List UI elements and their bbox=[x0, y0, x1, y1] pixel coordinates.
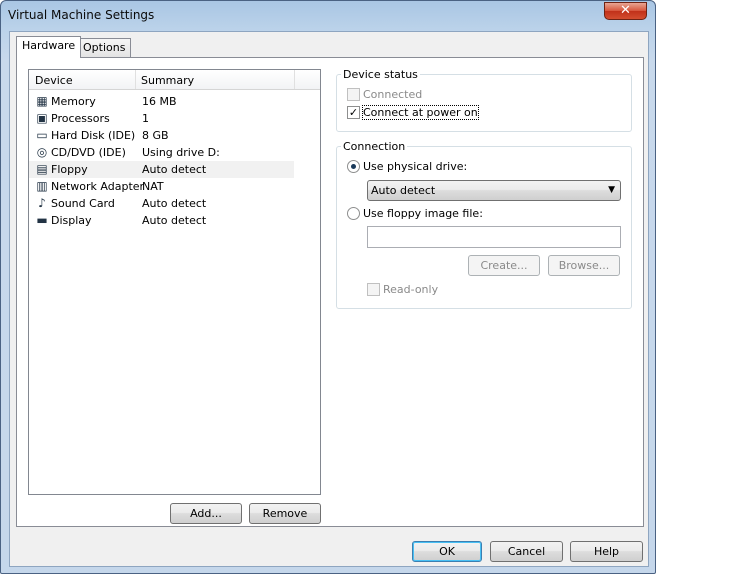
device-row-memory[interactable]: ▦ Memory 16 MB bbox=[29, 93, 294, 110]
device-summary: Auto detect bbox=[142, 197, 207, 210]
read-only-label: Read-only bbox=[383, 283, 439, 296]
column-divider[interactable] bbox=[294, 70, 295, 89]
help-button[interactable]: Help bbox=[570, 541, 643, 562]
physical-drive-select[interactable]: Auto detect ▼ bbox=[367, 180, 621, 201]
help-button-label: Help bbox=[593, 545, 620, 558]
device-summary: 8 GB bbox=[142, 129, 169, 142]
read-only-checkbox[interactable] bbox=[367, 283, 380, 296]
remove-button-label: Remove bbox=[262, 507, 308, 520]
browse-button[interactable]: Browse... bbox=[548, 255, 620, 276]
use-physical-drive-label: Use physical drive: bbox=[363, 160, 468, 173]
connection-label: Connection bbox=[341, 140, 408, 153]
device-row-display[interactable]: ▬ Display Auto detect bbox=[29, 212, 294, 229]
device-name: Hard Disk (IDE) bbox=[51, 129, 136, 142]
tab-options-label: Options bbox=[83, 41, 126, 54]
floppy-icon: ▤ bbox=[36, 162, 48, 176]
use-physical-drive-radio[interactable] bbox=[347, 160, 360, 173]
tab-options[interactable]: Options bbox=[77, 38, 132, 58]
device-name: Memory bbox=[51, 95, 96, 108]
title-bar[interactable]: Virtual Machine Settings ✕ bbox=[1, 1, 655, 31]
device-row-sound-card[interactable]: ♪ Sound Card Auto detect bbox=[29, 195, 294, 212]
device-name: Sound Card bbox=[51, 197, 115, 210]
device-summary: Using drive D: bbox=[142, 146, 220, 159]
connected-label: Connected bbox=[363, 88, 423, 101]
column-divider[interactable] bbox=[135, 70, 136, 89]
create-button-label: Create... bbox=[480, 259, 528, 272]
cd-dvd-icon: ◎ bbox=[36, 145, 48, 159]
display-icon: ▬ bbox=[36, 213, 48, 227]
ok-button-label: OK bbox=[439, 545, 455, 558]
cancel-button-label: Cancel bbox=[507, 545, 546, 558]
tab-hardware[interactable]: Hardware bbox=[16, 36, 82, 58]
close-button[interactable]: ✕ bbox=[604, 2, 647, 20]
floppy-image-path-input[interactable] bbox=[367, 226, 621, 248]
connected-checkbox[interactable] bbox=[347, 88, 360, 101]
device-column-header[interactable]: Device bbox=[35, 74, 73, 87]
hardware-panel: Device Summary ▦ Memory 16 MB ▣ Processo… bbox=[16, 57, 644, 527]
hard-disk-icon: ▭ bbox=[36, 128, 48, 142]
browse-button-label: Browse... bbox=[558, 259, 610, 272]
device-list-header: Device Summary bbox=[29, 70, 320, 90]
device-row-cd-dvd[interactable]: ◎ CD/DVD (IDE) Using drive D: bbox=[29, 144, 294, 161]
device-list[interactable]: Device Summary ▦ Memory 16 MB ▣ Processo… bbox=[28, 69, 321, 495]
device-summary: Auto detect bbox=[142, 214, 207, 227]
device-row-network-adapter[interactable]: ▥ Network Adapter NAT bbox=[29, 178, 294, 195]
connect-at-power-on-checkbox[interactable]: ✓ bbox=[347, 106, 360, 119]
connect-at-power-on-label: Connect at power on bbox=[362, 105, 479, 120]
add-button[interactable]: Add... bbox=[170, 503, 242, 524]
device-summary: NAT bbox=[142, 180, 164, 193]
device-summary: 1 bbox=[142, 112, 149, 125]
device-name: CD/DVD (IDE) bbox=[51, 146, 126, 159]
sound-card-icon: ♪ bbox=[38, 196, 46, 210]
cancel-button[interactable]: Cancel bbox=[490, 541, 563, 562]
device-name: Floppy bbox=[51, 163, 88, 176]
window-title: Virtual Machine Settings bbox=[8, 8, 155, 22]
device-status-group bbox=[336, 74, 632, 132]
device-row-processors[interactable]: ▣ Processors 1 bbox=[29, 110, 294, 127]
processor-icon: ▣ bbox=[36, 111, 48, 125]
add-button-label: Add... bbox=[190, 507, 222, 520]
use-floppy-image-label: Use floppy image file: bbox=[363, 207, 483, 220]
memory-icon: ▦ bbox=[36, 94, 48, 108]
network-adapter-icon: ▥ bbox=[36, 179, 48, 193]
remove-button[interactable]: Remove bbox=[249, 503, 321, 524]
vm-settings-window: Virtual Machine Settings ✕ Hardware Opti… bbox=[0, 0, 656, 574]
device-status-label: Device status bbox=[341, 68, 420, 81]
create-button[interactable]: Create... bbox=[468, 255, 540, 276]
device-summary: 16 MB bbox=[142, 95, 177, 108]
device-name: Processors bbox=[51, 112, 110, 125]
device-name: Display bbox=[51, 214, 92, 227]
close-icon: ✕ bbox=[620, 3, 631, 18]
ok-button[interactable]: OK bbox=[412, 541, 482, 562]
device-name: Network Adapter bbox=[51, 180, 145, 193]
use-floppy-image-radio[interactable] bbox=[347, 207, 360, 220]
device-row-hard-disk[interactable]: ▭ Hard Disk (IDE) 8 GB bbox=[29, 127, 294, 144]
chevron-down-icon: ▼ bbox=[608, 185, 615, 195]
device-summary: Auto detect bbox=[142, 163, 207, 176]
tab-hardware-label: Hardware bbox=[22, 39, 76, 52]
physical-drive-value: Auto detect bbox=[371, 184, 436, 197]
device-row-floppy[interactable]: ▤ Floppy Auto detect bbox=[29, 161, 294, 178]
summary-column-header[interactable]: Summary bbox=[141, 74, 194, 87]
dialog-body: Hardware Options Device Summary ▦ Memory… bbox=[9, 31, 649, 567]
